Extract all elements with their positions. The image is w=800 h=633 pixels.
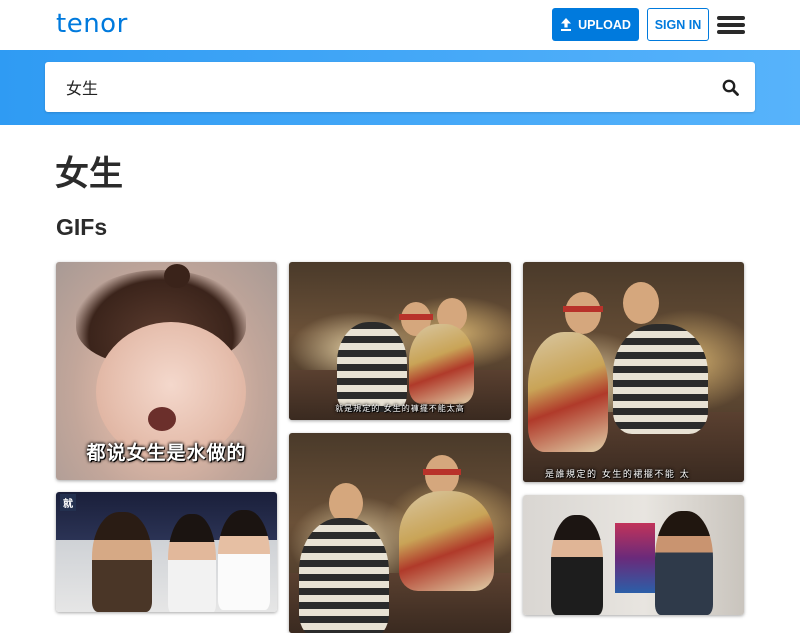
gif-tile[interactable]: 就是規定的 女生的褲擺不能太高 [289, 262, 511, 420]
gif-tile[interactable]: 是誰規定的 女生的裙擺不能 太 [523, 262, 744, 482]
gif-tag: 就 [60, 494, 76, 511]
gif-tile[interactable] [523, 495, 744, 615]
gif-caption: 就是規定的 女生的褲擺不能太高 [335, 404, 465, 413]
gif-caption: 是誰規定的 女生的裙擺不能 太 [545, 470, 691, 480]
search-box [45, 62, 755, 112]
upload-arrow-icon [560, 18, 572, 31]
section-title-gifs: GIFs [56, 214, 108, 240]
search-input[interactable] [45, 62, 705, 112]
page-title: 女生 [55, 154, 123, 194]
gif-tile[interactable] [289, 433, 511, 633]
sign-in-button[interactable]: SIGN IN [647, 8, 709, 41]
gif-tile[interactable]: 都说女生是水做的 [56, 262, 277, 480]
gif-tile[interactable]: 就 [56, 492, 277, 612]
top-navbar: tenor UPLOAD SIGN IN [0, 0, 800, 50]
upload-button-label: UPLOAD [578, 17, 631, 32]
search-icon[interactable] [722, 79, 739, 96]
search-band [0, 50, 800, 125]
hamburger-menu-icon[interactable] [717, 15, 745, 35]
gif-caption: 都说女生是水做的 [86, 442, 247, 464]
tenor-logo[interactable]: tenor [56, 6, 128, 42]
upload-button[interactable]: UPLOAD [552, 8, 639, 41]
